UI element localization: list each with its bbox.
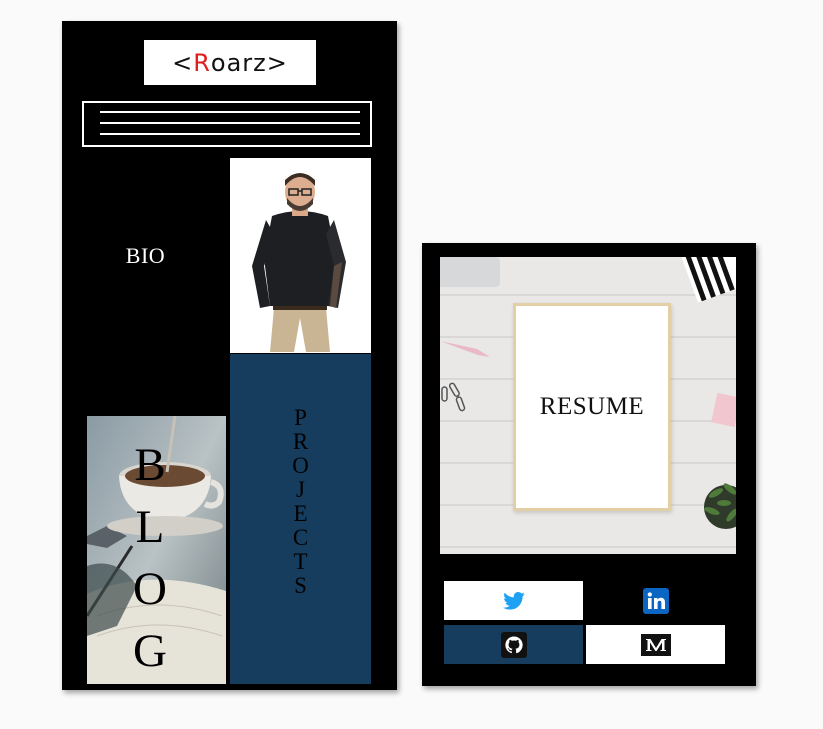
blog-letter: G xyxy=(133,625,167,677)
hamburger-menu-icon-bar xyxy=(100,122,360,124)
blog-label: B L O G xyxy=(115,434,185,682)
hamburger-menu-icon xyxy=(100,111,360,113)
profile-photo xyxy=(230,158,371,353)
person-illustration xyxy=(252,173,346,352)
blog-letter: O xyxy=(133,563,167,615)
projects-letter: R xyxy=(292,429,309,454)
twitter-icon xyxy=(502,591,525,610)
twitter-button[interactable] xyxy=(444,581,583,620)
right-card: RESUME xyxy=(422,243,756,686)
projects-letter: J xyxy=(296,477,305,502)
projects-letter: C xyxy=(292,525,309,550)
hamburger-menu-icon-bar xyxy=(100,133,360,135)
bio-label: BIO xyxy=(125,243,166,268)
blog-letter: L xyxy=(135,501,165,553)
logo-rest: oarz> xyxy=(210,48,288,77)
projects-tile[interactable]: P R O J E C T S xyxy=(230,354,371,684)
projects-letter: S xyxy=(294,573,307,598)
github-button[interactable] xyxy=(444,625,583,664)
resume-tile[interactable]: RESUME xyxy=(440,257,736,554)
projects-letter: E xyxy=(293,501,308,526)
blog-tile[interactable]: B L O G xyxy=(87,416,226,684)
resume-paper: RESUME xyxy=(513,303,671,511)
projects-letter: O xyxy=(292,453,309,478)
menu-button[interactable] xyxy=(82,101,372,147)
logo[interactable]: < Roarz> xyxy=(144,40,316,85)
logo-prefix: < xyxy=(172,48,194,77)
medium-icon xyxy=(640,633,671,656)
logo-accent: R xyxy=(193,48,211,77)
github-icon xyxy=(500,631,527,658)
bio-tile[interactable]: BIO xyxy=(62,158,229,354)
blog-letter: B xyxy=(134,439,166,491)
linkedin-icon xyxy=(642,587,669,614)
projects-label: P R O J E C T S xyxy=(230,406,371,598)
projects-letter: P xyxy=(294,405,307,430)
resume-label: RESUME xyxy=(539,393,645,420)
medium-button[interactable] xyxy=(586,625,725,664)
linkedin-button[interactable] xyxy=(586,581,725,620)
left-card: < Roarz> BIO P R O J E C T S B L O G xyxy=(62,21,397,690)
projects-letter: T xyxy=(293,549,308,574)
